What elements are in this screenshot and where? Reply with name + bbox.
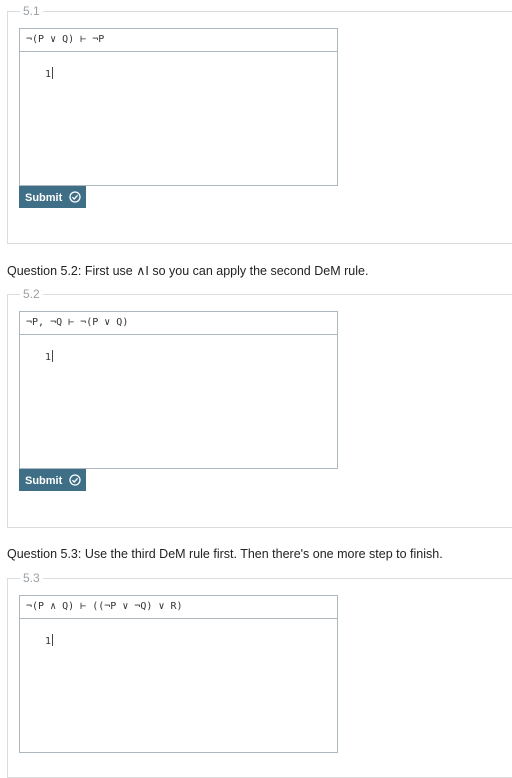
check-circle-icon (69, 474, 81, 486)
text-caret (52, 67, 54, 79)
proof-line-number: 1 (45, 67, 54, 80)
submit-button[interactable]: Submit (19, 186, 86, 208)
proof-line-number: 1 (45, 634, 54, 647)
exercise-5-2-legend: 5.2 (20, 287, 43, 301)
exercise-5-3-box: 5.3 ¬(P ∧ Q) ⊢ ((¬P ∨ ¬Q) ∨ R) 1 (7, 571, 512, 778)
exercise-5-2-proof-editor[interactable]: 1 (19, 335, 338, 469)
exercise-5-2-sequent: ¬P, ¬Q ⊢ ¬(P ∨ Q) (19, 311, 338, 335)
question-5-3-text: Question 5.3: Use the third DeM rule fir… (7, 547, 443, 561)
question-5-2-text: Question 5.2: First use ∧I so you can ap… (7, 264, 369, 278)
submit-label: Submit (25, 475, 63, 487)
exercise-5-3-legend: 5.3 (20, 571, 43, 585)
text-caret (52, 634, 54, 646)
exercise-5-3-sequent: ¬(P ∧ Q) ⊢ ((¬P ∨ ¬Q) ∨ R) (19, 595, 338, 619)
exercise-5-3-proof-editor[interactable]: 1 (19, 619, 338, 753)
text-caret (52, 350, 54, 362)
exercise-5-1-proof-editor[interactable]: 1 (19, 52, 338, 186)
exercise-5-1-box: 5.1 ¬(P ∨ Q) ⊢ ¬P 1 Submit (7, 4, 512, 244)
proof-line-number: 1 (45, 350, 54, 363)
check-circle-icon (69, 191, 81, 203)
exercise-5-1-sequent: ¬(P ∨ Q) ⊢ ¬P (19, 28, 338, 52)
exercise-5-2-box: 5.2 ¬P, ¬Q ⊢ ¬(P ∨ Q) 1 Submit (7, 287, 512, 528)
submit-label: Submit (25, 192, 63, 204)
submit-button[interactable]: Submit (19, 469, 86, 491)
exercise-5-1-legend: 5.1 (20, 4, 43, 18)
